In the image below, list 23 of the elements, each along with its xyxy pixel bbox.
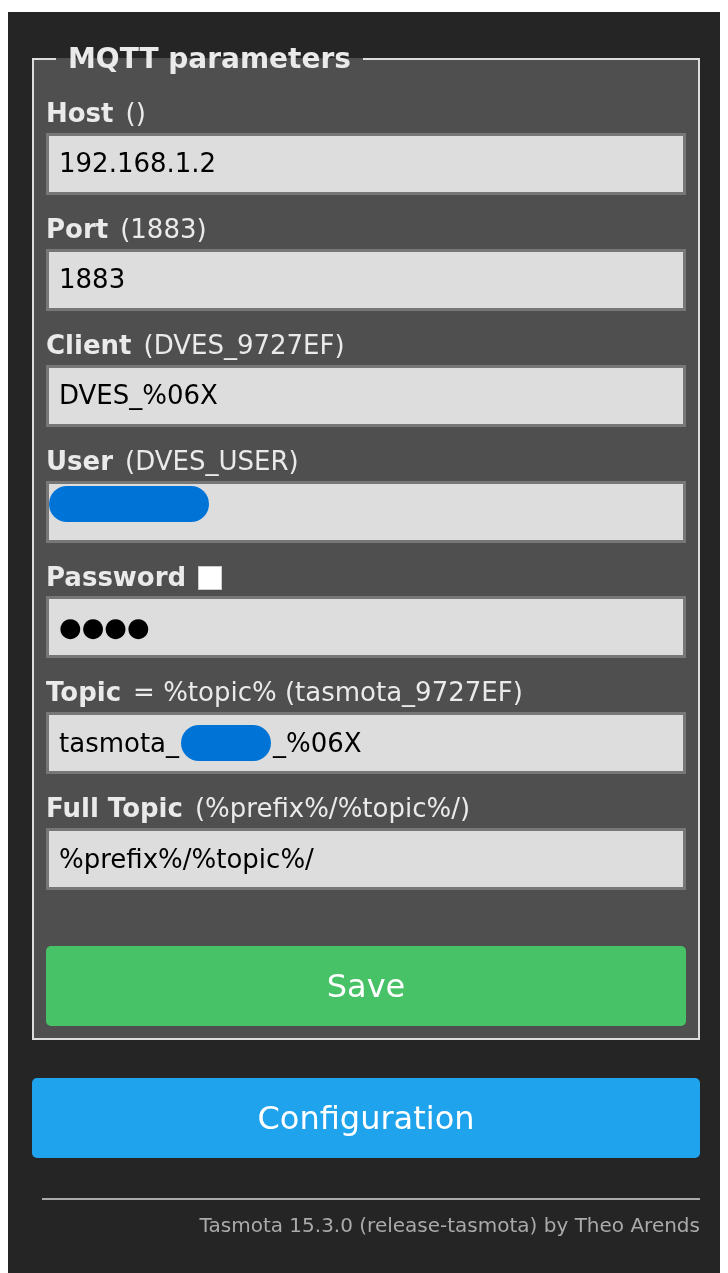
input-field[interactable]: [46, 480, 686, 543]
field-hint: (DVES_9727EF): [143, 330, 345, 361]
input-field[interactable]: 1883: [46, 248, 686, 311]
show-password-checkbox[interactable]: [198, 565, 223, 590]
input-field[interactable]: %prefix%/%topic%/: [46, 828, 686, 891]
password-field[interactable]: ●●●●: [46, 596, 686, 659]
input-field[interactable]: DVES_%06X: [46, 364, 686, 427]
input-field[interactable]: 192.168.1.2: [46, 132, 686, 195]
field-hint: (1883): [120, 214, 207, 245]
field-hint: (DVES_USER): [125, 446, 299, 477]
field-label: User: [46, 446, 114, 477]
input-field[interactable]: tasmota_ _%06X: [46, 712, 686, 775]
field-label: Client: [46, 330, 132, 361]
field-label: Password: [46, 562, 187, 593]
field-hint: (%prefix%/%topic%/): [194, 794, 471, 825]
field-label: Host: [46, 99, 114, 129]
field-hint: (): [125, 99, 146, 129]
section-legend: MQTT parameters: [56, 45, 363, 73]
footer-text: Tasmota 15.3.0 (release-tasmota) by Theo Arends: [198, 1212, 700, 1240]
field-label: Full Topic: [46, 794, 183, 825]
field-hint: = %topic% (tasmota_9727EF): [133, 678, 523, 709]
field-label: Port: [46, 214, 109, 245]
field-label: Topic: [46, 678, 122, 709]
